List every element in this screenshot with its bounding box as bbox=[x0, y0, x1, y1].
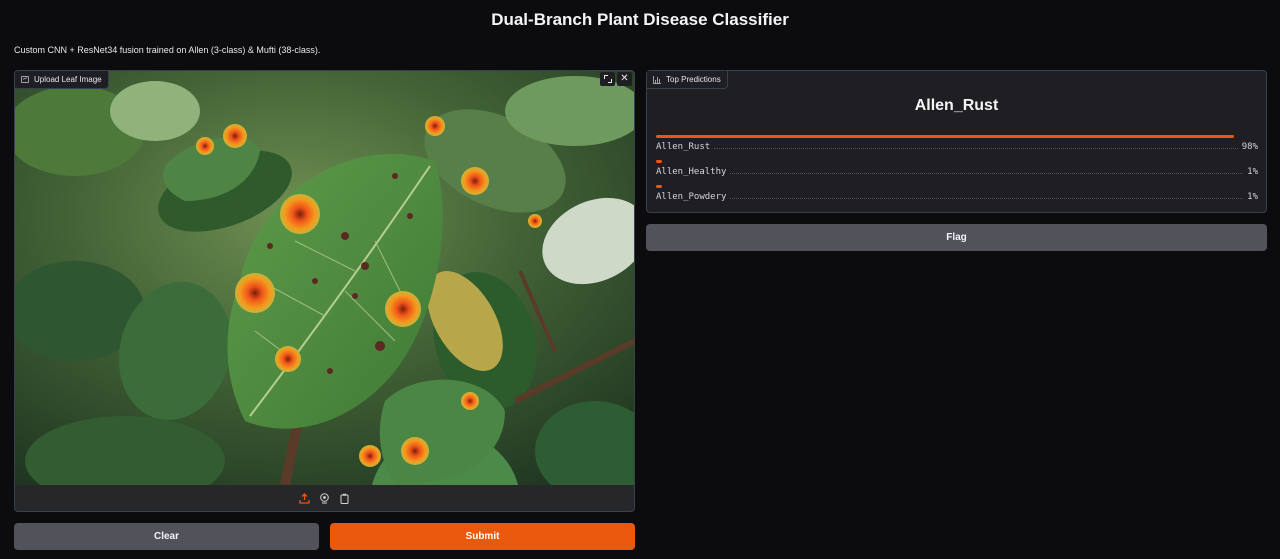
image-panel-label-text: Upload Leaf Image bbox=[34, 75, 102, 84]
dotted-leader bbox=[714, 148, 1238, 149]
clear-button[interactable]: Clear bbox=[14, 523, 319, 550]
prediction-class: Allen_Rust bbox=[656, 142, 711, 152]
prediction-class: Allen_Powdery bbox=[656, 192, 727, 202]
expand-button[interactable] bbox=[600, 72, 615, 86]
app-title: Dual-Branch Plant Disease Classifier bbox=[491, 10, 789, 29]
prediction-percent: 1% bbox=[1247, 167, 1258, 177]
close-icon: ✕ bbox=[620, 73, 629, 84]
bar-chart-icon bbox=[653, 75, 661, 84]
confidence-bar bbox=[656, 185, 662, 188]
image-icon bbox=[21, 76, 29, 83]
image-source-bar bbox=[15, 485, 634, 511]
prediction-percent: 1% bbox=[1247, 192, 1258, 202]
expand-icon bbox=[603, 75, 612, 83]
image-toolbar: ✕ bbox=[600, 72, 632, 86]
dotted-leader bbox=[730, 173, 1244, 174]
prediction-list: Allen_Rust 98% Allen_Healthy 1% Allen_Po… bbox=[656, 135, 1258, 210]
webcam-icon[interactable] bbox=[319, 492, 331, 504]
flag-button[interactable]: Flag bbox=[646, 224, 1267, 251]
confidence-bar bbox=[656, 160, 662, 163]
predictions-label-text: Top Predictions bbox=[666, 75, 721, 84]
top-prediction: Allen_Rust bbox=[914, 97, 999, 114]
dotted-leader bbox=[730, 198, 1244, 199]
app-subtitle: Custom CNN + ResNet34 fusion trained on … bbox=[14, 45, 321, 55]
leaf-image bbox=[15, 71, 634, 485]
predictions-panel: Top Predictions Allen_Rust Allen_Rust 98… bbox=[646, 70, 1267, 213]
prediction-row: Allen_Healthy 1% bbox=[656, 160, 1258, 185]
confidence-bar bbox=[656, 135, 1234, 138]
prediction-row: Allen_Powdery 1% bbox=[656, 185, 1258, 210]
prediction-row: Allen_Rust 98% bbox=[656, 135, 1258, 160]
prediction-class: Allen_Healthy bbox=[656, 167, 727, 177]
image-upload-panel[interactable]: Upload Leaf Image ✕ bbox=[14, 70, 635, 512]
image-panel-label: Upload Leaf Image bbox=[15, 71, 109, 89]
close-button[interactable]: ✕ bbox=[617, 72, 632, 86]
clipboard-icon[interactable] bbox=[339, 492, 351, 504]
submit-button[interactable]: Submit bbox=[330, 523, 635, 550]
predictions-label: Top Predictions bbox=[647, 71, 728, 89]
upload-icon[interactable] bbox=[299, 492, 311, 504]
prediction-percent: 98% bbox=[1241, 142, 1258, 152]
